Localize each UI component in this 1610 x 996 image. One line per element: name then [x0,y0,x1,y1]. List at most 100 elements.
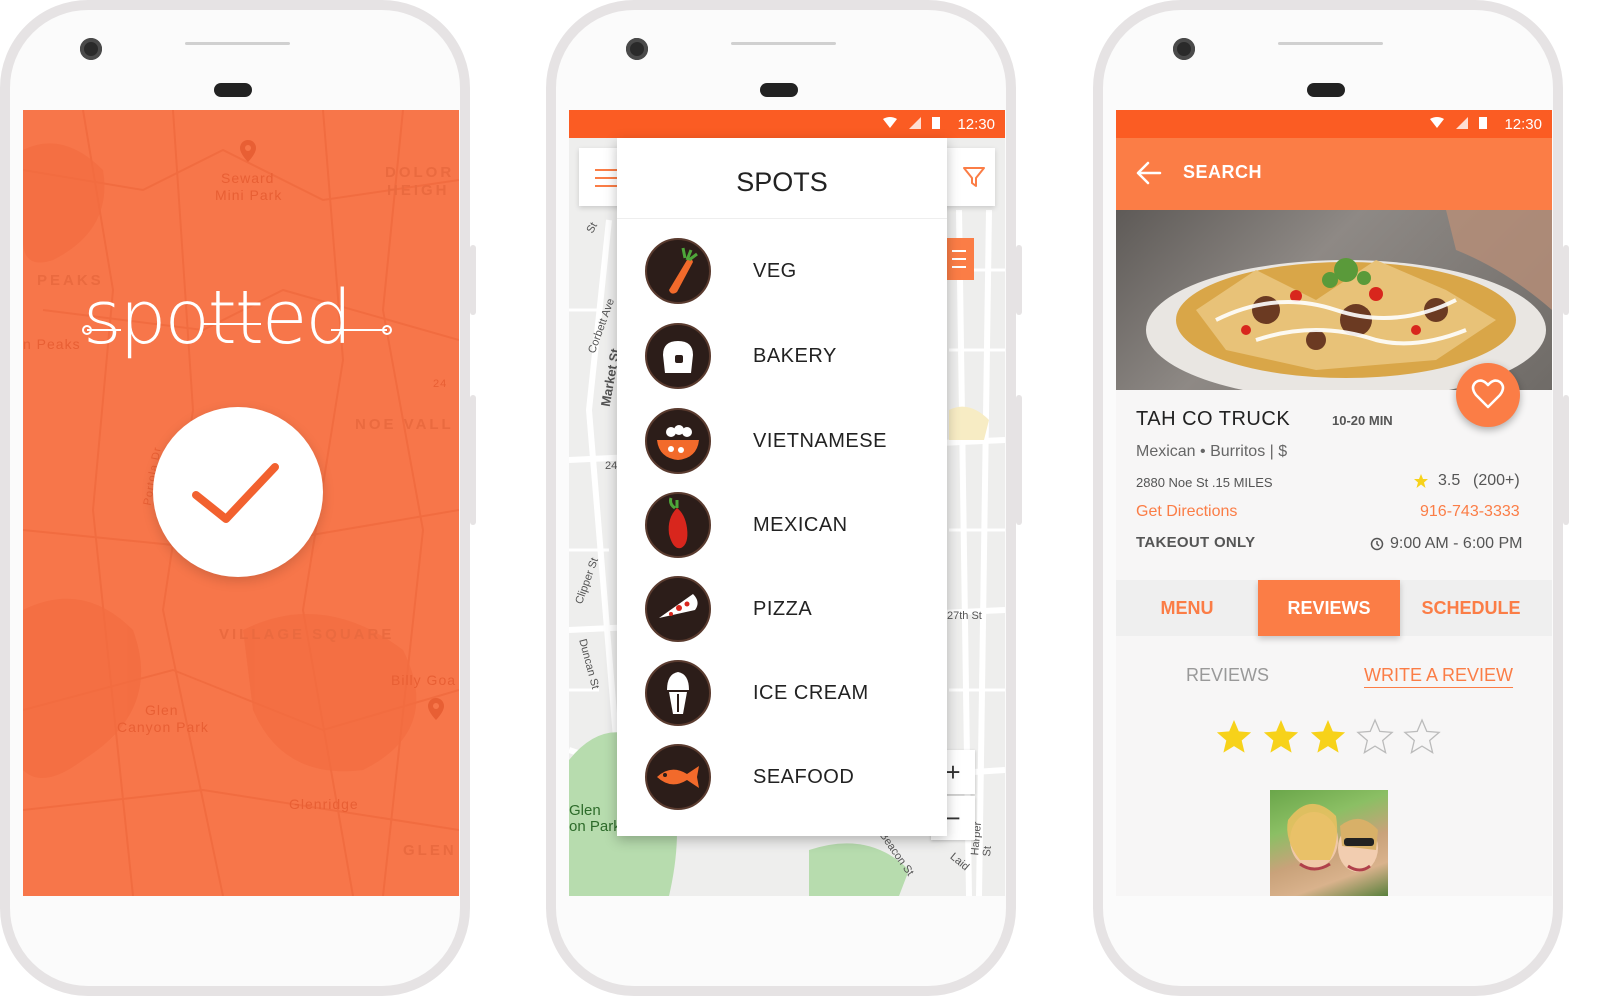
category-item-seafood[interactable]: SEAFOOD [645,744,945,814]
map-label: n Peaks [23,336,81,352]
write-review-link[interactable]: WRITE A REVIEW [1364,665,1513,686]
list-toggle-button[interactable] [944,238,974,280]
spots-drawer: SPOTS VEG BAKERY VIETNAMESE MEXICAN PIZZ… [617,138,947,836]
status-bar: 12:30 [1116,110,1552,138]
status-bar: 12:30 [569,110,1005,138]
drawer-title: SPOTS [617,138,947,219]
cuisine-label: Mexican • Burritos | $ [1136,443,1288,460]
category-label: BAKERY [753,345,837,367]
side-button [1016,395,1022,525]
truck-name: TAH CO TRUCK [1136,408,1291,430]
category-item-vietnamese[interactable]: VIETNAMESE [645,408,945,478]
star-filled-icon[interactable] [1310,720,1346,753]
street-label: 24 [605,460,618,472]
category-label: MEXICAN [753,514,848,536]
star-filled-icon[interactable] [1263,720,1299,753]
fish-icon [645,744,711,810]
earpiece [1307,83,1345,97]
heart-icon [1471,379,1505,409]
map-label: GLEN [403,842,457,859]
category-item-ice-cream[interactable]: ICE CREAM [645,660,945,730]
category-label: VIETNAMESE [753,430,887,452]
category-item-bakery[interactable]: BAKERY [645,323,945,393]
app-bar: SEARCH [1116,138,1552,210]
tab-reviews[interactable]: REVIEWS [1258,580,1400,636]
pizza-slice-icon [645,576,711,642]
speaker-grille [185,42,290,45]
street-label: 27th St [947,610,982,622]
front-camera [626,38,648,60]
star-empty-icon[interactable] [1403,718,1441,754]
status-icons [1430,116,1487,131]
clock-icon [1370,537,1384,551]
star-empty-icon[interactable] [1356,718,1394,754]
chili-pepper-icon [645,492,711,558]
side-button [470,395,476,525]
map-label: VILLAGE SQUARE [219,626,395,643]
category-label: PIZZA [753,598,813,620]
success-check-button[interactable] [153,407,323,577]
map-label: Glenridge [289,796,359,812]
front-camera [1173,38,1195,60]
phone-link[interactable]: 916-743-3333 [1420,503,1520,521]
back-arrow-icon[interactable] [1136,160,1162,186]
review-photo[interactable] [1270,790,1388,896]
tab-schedule[interactable]: SCHEDULE [1400,580,1542,636]
earpiece [760,83,798,97]
detail-tabs: MENU REVIEWS SCHEDULE [1116,580,1552,636]
map-pin-icon [428,698,444,720]
takeout-label: TAKEOUT ONLY [1136,534,1256,551]
splash-screen: Seward Mini Park DOLOR HEIGH PEAKS n Pea… [23,110,459,896]
status-time: 12:30 [1504,116,1542,133]
earpiece [214,83,252,97]
category-label: ICE CREAM [753,682,869,704]
map-label: Seward [221,170,275,186]
tab-menu[interactable]: MENU [1116,580,1258,636]
hours-label: 9:00 AM - 6:00 PM [1390,535,1523,552]
front-camera [80,38,102,60]
rating-count: (200+) [1473,472,1520,489]
reviews-subheading[interactable]: REVIEWS [1186,665,1269,686]
speaker-grille [731,42,836,45]
map-pin-icon [240,140,256,162]
app-bar-title: SEARCH [1183,162,1263,182]
logo-connector-icon [82,323,392,335]
map-label: DOLOR [385,164,455,181]
speaker-grille [1278,42,1383,45]
category-item-veg[interactable]: VEG [645,238,945,308]
street-label: Glen [569,802,601,819]
map-label: NOE VALL [355,416,454,433]
map-label: Glen [145,702,179,718]
get-directions-link[interactable]: Get Directions [1136,503,1237,521]
carrot-icon [645,238,711,304]
address-label: 2880 Noe St .15 MILES [1136,475,1273,490]
category-label: SEAFOOD [753,766,855,788]
side-button [1563,245,1569,315]
category-label: VEG [753,260,797,282]
status-time: 12:30 [957,116,995,133]
wifi-icon [1430,117,1445,128]
star-filled-icon[interactable] [1216,720,1252,753]
street-label: on Park [569,818,621,835]
wifi-icon [883,117,898,128]
checkmark-icon [192,463,279,523]
filter-icon[interactable] [963,166,985,188]
map-label: Canyon Park [117,719,209,735]
status-icons [883,116,940,131]
side-button [1016,245,1022,315]
phone-splash: Seward Mini Park DOLOR HEIGH PEAKS n Pea… [0,0,476,996]
category-item-pizza[interactable]: PIZZA [645,576,945,646]
eta-label: 10-20 MIN [1332,413,1393,428]
battery-icon [932,117,940,129]
side-button [470,245,476,315]
hamburger-menu-icon[interactable] [595,168,619,188]
star-rating-input[interactable] [1214,717,1450,757]
bread-icon [645,323,711,389]
favorite-button[interactable] [1456,363,1520,427]
list-icon [952,250,966,268]
rating-star-icon [1414,474,1428,488]
rating-value: 3.5 [1438,472,1461,489]
map-label: 24 [433,378,448,390]
category-item-mexican[interactable]: MEXICAN [645,492,945,562]
map-label: Mini Park [215,187,283,203]
